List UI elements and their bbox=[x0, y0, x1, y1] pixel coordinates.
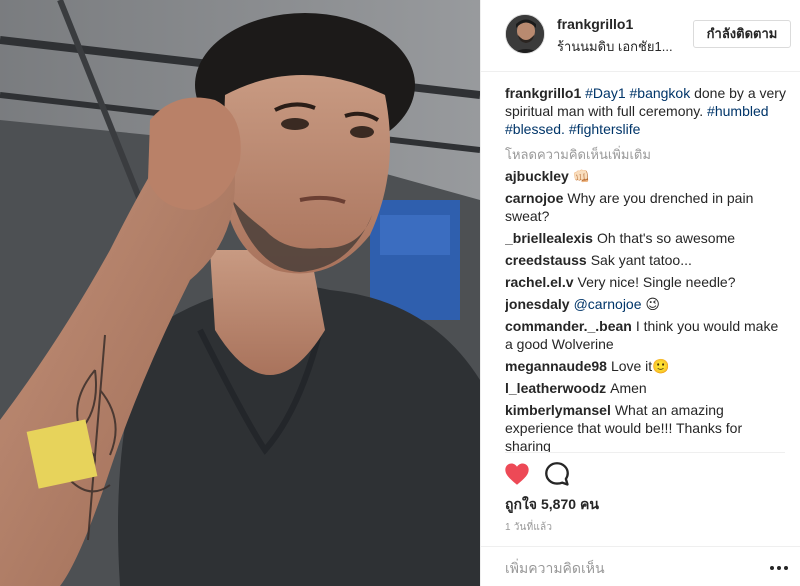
post-sidebar: frankgrillo1 ร้านนมดิบ เอกชัย1... กำลังต… bbox=[480, 0, 800, 586]
hashtag-day1[interactable]: #Day1 bbox=[585, 85, 625, 101]
likes-number: 5,870 bbox=[541, 496, 577, 512]
comment-bubble-icon bbox=[545, 462, 569, 486]
comment-item: ajbuckley 👊🏻 bbox=[505, 167, 787, 185]
comment-username[interactable]: jonesdaly bbox=[505, 296, 570, 312]
post-photo[interactable] bbox=[0, 0, 480, 586]
add-comment-section bbox=[481, 546, 800, 586]
heart-filled-icon bbox=[505, 463, 529, 485]
comment-username[interactable]: _briellealexis bbox=[505, 230, 593, 246]
hashtag-fighterslife[interactable]: #fighterslife bbox=[569, 121, 641, 137]
comment-button[interactable] bbox=[543, 460, 571, 488]
comment-username[interactable]: megannaude98 bbox=[505, 358, 607, 374]
likes-unit: คน bbox=[580, 496, 599, 512]
caption-username[interactable]: frankgrillo1 bbox=[505, 85, 581, 101]
comment-username[interactable]: kimberlymansel bbox=[505, 402, 611, 418]
likes-label: ถูกใจ bbox=[505, 496, 537, 512]
instagram-post: frankgrillo1 ร้านนมดิบ เอกชัย1... กำลังต… bbox=[0, 0, 800, 586]
comment-item: kimberlymansel What an amazing experience… bbox=[505, 401, 787, 452]
comment-item: megannaude98 Love it🙂 bbox=[505, 357, 787, 375]
comment-item: jonesdaly @carnojoe 😉 bbox=[505, 295, 787, 313]
comment-item: carnojoe Why are you drenched in pain swe… bbox=[505, 189, 787, 225]
comment-item: _briellealexis Oh that's so awesome bbox=[505, 229, 787, 247]
comment-item: l_leatherwoodz Amen bbox=[505, 379, 787, 397]
avatar-image bbox=[506, 15, 544, 53]
comment-username[interactable]: carnojoe bbox=[505, 190, 563, 206]
hashtag-bangkok[interactable]: #bangkok bbox=[630, 85, 691, 101]
comment-username[interactable]: creedstauss bbox=[505, 252, 587, 268]
comments-list[interactable]: frankgrillo1 #Day1 #bangkok done by a ve… bbox=[505, 84, 787, 452]
like-button[interactable] bbox=[503, 460, 531, 488]
comment-text: 👊🏻 bbox=[572, 168, 591, 184]
comment-username[interactable]: commander._.bean bbox=[505, 318, 632, 334]
comment-text: Sak yant tatoo... bbox=[590, 252, 692, 268]
ellipsis-icon bbox=[770, 566, 788, 570]
comment-username[interactable]: l_leatherwoodz bbox=[505, 380, 606, 396]
comment-text: 😉 bbox=[641, 296, 660, 312]
avatar[interactable] bbox=[505, 14, 545, 54]
comment-text: Very nice! Single needle? bbox=[577, 274, 736, 290]
location-link[interactable]: ร้านนมดิบ เอกชัย1... bbox=[557, 36, 673, 57]
post-timestamp[interactable]: 1 วันที่แล้ว bbox=[505, 520, 552, 535]
more-options-button[interactable] bbox=[767, 557, 791, 579]
following-button[interactable]: กำลังติดตาม bbox=[693, 20, 791, 48]
comment-text: Oh that's so awesome bbox=[596, 230, 736, 246]
comment-username[interactable]: ajbuckley bbox=[505, 168, 569, 184]
add-comment-input[interactable] bbox=[505, 557, 745, 579]
comment-item: rachel.el.v Very nice! Single needle? bbox=[505, 273, 787, 291]
hashtag-humbled[interactable]: #humbled bbox=[707, 103, 769, 119]
comment-text: Amen bbox=[610, 380, 647, 396]
post-header: frankgrillo1 ร้านนมดิบ เอกชัย1... กำลังต… bbox=[481, 0, 800, 72]
comment-text: Love it🙂 bbox=[610, 358, 670, 374]
comment-username[interactable]: rachel.el.v bbox=[505, 274, 574, 290]
comment-item: creedstauss Sak yant tatoo... bbox=[505, 251, 787, 269]
hashtag-blessed[interactable]: #blessed. bbox=[505, 121, 565, 137]
divider bbox=[505, 452, 785, 453]
post-caption: frankgrillo1 #Day1 #bangkok done by a ve… bbox=[505, 84, 787, 138]
post-photo-illustration bbox=[0, 0, 480, 586]
likes-count[interactable]: ถูกใจ 5,870 คน bbox=[505, 494, 603, 516]
comment-mention[interactable]: @carnojoe bbox=[574, 296, 642, 312]
comment-item: commander._.bean I think you would make a… bbox=[505, 317, 787, 353]
header-username[interactable]: frankgrillo1 bbox=[557, 16, 633, 32]
load-more-comments-link[interactable]: โหลดความคิดเห็นเพิ่มเติม bbox=[505, 146, 787, 164]
